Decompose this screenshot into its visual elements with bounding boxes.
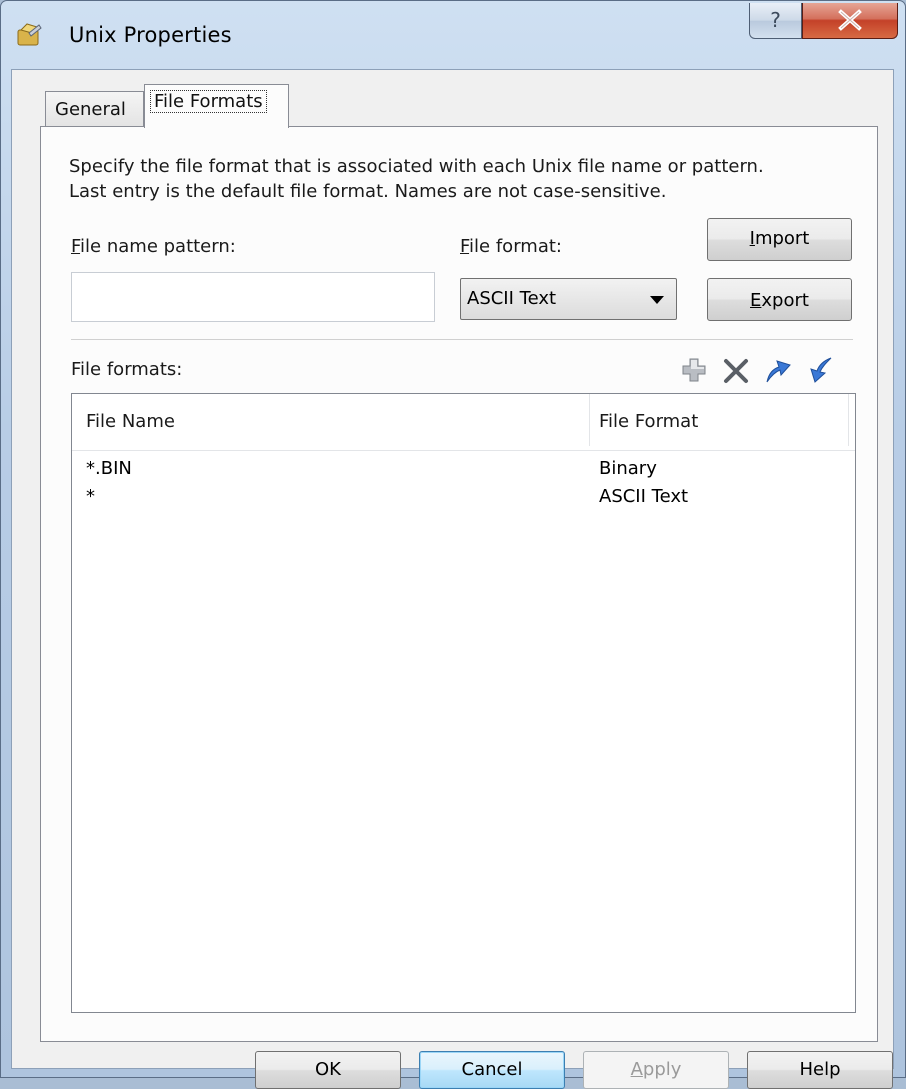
tab-file-formats-label: File Formats (150, 90, 267, 113)
apply-button[interactable]: Apply (583, 1051, 729, 1089)
list-item[interactable]: * ASCII Text (72, 486, 855, 514)
dialog-client-area: General File Formats Specify the file fo… (11, 69, 894, 1089)
description-line-2: Last entry is the default file format. N… (69, 181, 667, 202)
import-button[interactable]: Import (707, 218, 852, 261)
list-item[interactable]: *.BIN Binary (72, 458, 855, 486)
separator (71, 339, 853, 340)
tab-general[interactable]: General (45, 91, 144, 127)
dialog-window: Unix Properties ? General File Formats S… (0, 0, 906, 1089)
column-divider[interactable] (589, 394, 590, 446)
question-mark-icon: ? (770, 8, 781, 32)
window-title: Unix Properties (69, 23, 232, 47)
apply-label: pply (642, 1059, 682, 1080)
close-icon (838, 9, 862, 31)
help-title-button[interactable]: ? (749, 3, 802, 39)
cancel-button[interactable]: Cancel (419, 1051, 565, 1089)
apply-mnemonic: A (630, 1059, 643, 1080)
file-format-selected-value: ASCII Text (467, 288, 557, 309)
file-formats-list-label: File formats: (71, 359, 183, 380)
properties-icon (17, 23, 42, 46)
help-button[interactable]: Help (747, 1051, 893, 1089)
add-icon[interactable] (679, 355, 709, 385)
export-mnemonic: E (750, 290, 762, 311)
pattern-label-mnemonic: F (71, 236, 81, 257)
ok-button[interactable]: OK (255, 1051, 401, 1089)
list-header: File Name File Format (72, 394, 855, 451)
tab-general-label: General (55, 99, 126, 120)
pattern-label-text: ile name pattern: (80, 236, 236, 257)
column-divider[interactable] (848, 394, 849, 446)
file-name-pattern-label: File name pattern: (71, 236, 236, 257)
file-format-label: File format: (460, 236, 562, 257)
column-header-file-name[interactable]: File Name (86, 411, 175, 432)
export-label: xport (761, 290, 809, 311)
file-name-cell: *.BIN (86, 458, 132, 479)
file-format-cell: Binary (599, 458, 657, 479)
export-button[interactable]: Export (707, 278, 852, 321)
file-format-cell: ASCII Text (599, 486, 689, 507)
file-name-cell: * (86, 486, 95, 507)
description-line-1: Specify the file format that is associat… (69, 156, 764, 177)
move-up-icon[interactable] (763, 355, 793, 385)
tab-file-formats[interactable]: File Formats (144, 84, 289, 128)
format-label-mnemonic: F (460, 236, 470, 257)
close-button[interactable] (802, 3, 898, 39)
format-label-text: ile format: (469, 236, 562, 257)
import-label: mport (754, 228, 810, 249)
column-header-file-format[interactable]: File Format (599, 411, 698, 432)
dropdown-arrow-icon (650, 296, 664, 304)
file-format-select[interactable]: ASCII Text (460, 278, 677, 320)
file-name-pattern-input[interactable] (71, 272, 435, 322)
file-formats-list[interactable]: File Name File Format *.BIN Binary * ASC… (71, 393, 856, 1013)
file-formats-panel: Specify the file format that is associat… (40, 126, 878, 1042)
delete-icon[interactable] (721, 355, 751, 385)
title-bar[interactable]: Unix Properties ? (1, 1, 906, 67)
description: Specify the file format that is associat… (69, 154, 869, 204)
move-down-icon[interactable] (805, 355, 835, 385)
